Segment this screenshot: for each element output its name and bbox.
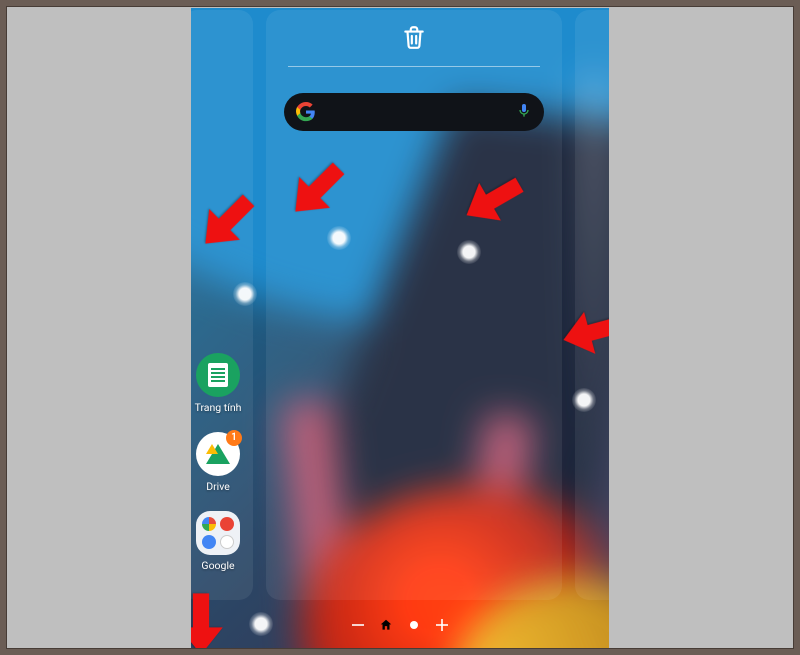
app-label: Drive xyxy=(206,480,230,493)
google-search-widget[interactable] xyxy=(284,93,544,131)
app-sheets[interactable]: Trang tính xyxy=(193,353,243,414)
notification-badge: 1 xyxy=(226,430,242,446)
app-label: Google xyxy=(201,559,234,572)
drop-target-glow xyxy=(327,226,351,250)
app-drive[interactable]: 1 Drive xyxy=(193,432,243,493)
google-g-icon xyxy=(296,102,316,122)
phone-screenshot: Trang tính 1 Drive Google xyxy=(191,8,609,648)
outer-frame: Trang tính 1 Drive Google xyxy=(6,6,794,649)
app-folder-google[interactable]: Google xyxy=(193,511,243,572)
trash-icon[interactable] xyxy=(401,24,427,54)
drop-target-glow xyxy=(249,612,273,636)
divider xyxy=(288,66,540,67)
folder-icon xyxy=(196,511,240,555)
indicator-home-icon[interactable] xyxy=(379,618,393,632)
mic-icon[interactable] xyxy=(516,102,532,122)
page-preview-main[interactable] xyxy=(266,10,562,600)
drop-target-glow xyxy=(572,388,596,412)
annotation-arrow xyxy=(191,590,235,648)
indicator-remove-page[interactable] xyxy=(351,618,365,632)
drive-icon: 1 xyxy=(196,432,240,476)
drop-target-glow xyxy=(233,282,257,306)
drop-target-glow xyxy=(457,240,481,264)
app-label: Trang tính xyxy=(195,401,242,414)
indicator-add-page[interactable] xyxy=(435,618,449,632)
sheets-icon xyxy=(196,353,240,397)
indicator-current-dot[interactable] xyxy=(407,618,421,632)
